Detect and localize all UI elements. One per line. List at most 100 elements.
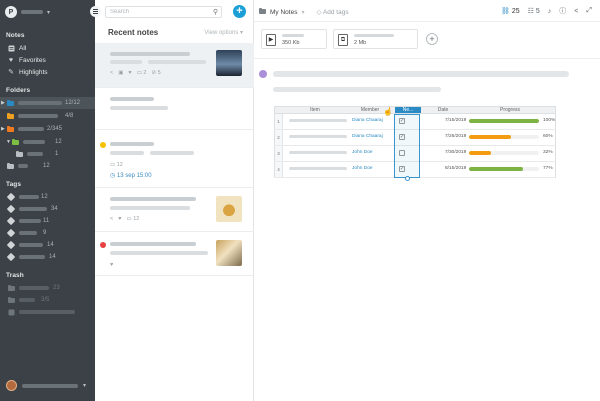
tag-item[interactable]: 11 (0, 215, 95, 227)
date-cell[interactable]: 8/15/2019 (445, 166, 466, 171)
member-cell[interactable]: Diana Chaaraj (352, 134, 383, 139)
user-name-placeholder (22, 383, 78, 388)
checkbox[interactable] (399, 150, 405, 156)
add-attachment-button[interactable]: + (426, 33, 438, 45)
attachment-card[interactable]: ▶ 350 Kb (261, 29, 327, 49)
trash-item[interactable]: 23 (0, 282, 95, 294)
add-tags-button[interactable]: ◇ Add tags (316, 8, 348, 16)
add-note-button[interactable]: + (233, 5, 246, 18)
tag-item[interactable]: 14 (0, 239, 95, 251)
workspace-switcher[interactable]: P ▾ (5, 6, 50, 18)
member-cell[interactable]: Diana Chaaraj (352, 118, 383, 123)
chevron-down-icon[interactable]: ▾ (301, 9, 304, 16)
column-header-progress[interactable]: Progress (465, 107, 555, 113)
item-cell-placeholder[interactable] (289, 151, 347, 154)
tag-name-placeholder (19, 243, 43, 247)
folder-icon (7, 284, 15, 292)
note-subtitle-placeholder[interactable] (273, 87, 441, 92)
sidebar-item-favorites[interactable]: ♥ Favorites (0, 54, 95, 66)
info-icon[interactable]: ⓘ (559, 6, 566, 16)
table-row[interactable]: 2 Diana Chaaraj ✓ 7/26/2019 60% (274, 130, 556, 146)
attachment-name-placeholder (354, 34, 394, 37)
note-text-placeholder (110, 106, 168, 110)
date-cell[interactable]: 7/30/2019 (445, 150, 466, 155)
tasks-count-button[interactable]: ☷ 5 (528, 7, 540, 15)
table-row[interactable]: 3 John Doe 7/30/2019 32% (274, 146, 556, 162)
tag-name-placeholder (19, 219, 41, 223)
list-item[interactable]: < ♥ ▭ 12 (95, 188, 254, 232)
folder-icon (7, 162, 14, 169)
breadcrumb-folder[interactable]: My Notes (270, 9, 297, 16)
tag-count: 12 (41, 194, 48, 200)
note-title-placeholder (110, 242, 196, 246)
folder-item[interactable]: 12 (0, 160, 95, 172)
date-cell[interactable]: 7/15/2019 (445, 118, 466, 123)
folder-count: 12 (55, 139, 62, 145)
bell-icon[interactable]: ♪ (548, 8, 552, 15)
note-title-placeholder[interactable] (273, 71, 569, 77)
note-title-placeholder (110, 197, 196, 201)
folder-item[interactable]: 1 (0, 148, 95, 160)
tag-count: 34 (51, 206, 58, 212)
column-header-item[interactable]: Item (285, 107, 345, 113)
trash-item[interactable]: 3/5 (0, 294, 95, 306)
progress-bar (469, 135, 539, 139)
table-row[interactable]: 4 John Doe ✓ 8/15/2019 77% (274, 162, 556, 178)
tag-item[interactable]: 34 (0, 203, 95, 215)
member-cell[interactable]: John Doe (352, 166, 373, 171)
search-icon[interactable]: ⚲ (213, 8, 218, 16)
share-count-button[interactable]: ⛓ 25 (501, 7, 520, 15)
share-icon: < (110, 216, 114, 222)
hamburger-menu-button[interactable] (90, 6, 101, 17)
heart-icon: ♥ (110, 262, 114, 268)
item-cell-placeholder[interactable] (289, 135, 347, 138)
search-input[interactable] (110, 7, 210, 17)
folder-item[interactable]: 4/8 (0, 110, 95, 122)
data-table: Item Member Ne... Date Progress ☝ 1 Dian… (274, 106, 556, 181)
sidebar-item-label: Highlights (19, 68, 48, 76)
search-box: ⚲ (105, 6, 222, 18)
tag-item[interactable]: 12 (0, 191, 95, 203)
share-icon[interactable]: < (574, 8, 578, 15)
column-header-date[interactable]: Date (423, 107, 463, 113)
list-item[interactable]: ▭ 12 ◷ 13 sep 15:00 (95, 130, 254, 188)
sidebar-item-highlights[interactable]: ✎ Highlights (0, 66, 95, 78)
tag-name-placeholder (19, 195, 39, 199)
folder-item[interactable]: ▶ 2/345 (0, 123, 95, 135)
table-row[interactable]: 1 Diana Chaaraj ✓ 7/15/2019 100% (274, 114, 556, 130)
editor-tools: ⛓ 25 ☷ 5 ♪ ⓘ < ⤢ (501, 6, 592, 16)
tag-item[interactable]: 14 (0, 251, 95, 263)
member-cell[interactable]: John Doe (352, 150, 373, 155)
item-cell-placeholder[interactable] (289, 167, 347, 170)
folder-icon (7, 99, 14, 106)
folder-item[interactable]: ▼ 12 (0, 136, 95, 148)
trash-name-placeholder (19, 286, 49, 290)
tag-name-placeholder (19, 231, 37, 235)
progress-bar (469, 151, 539, 155)
trash-item[interactable] (0, 306, 95, 318)
expand-icon[interactable]: ⤢ (586, 7, 592, 15)
folder-name-placeholder (27, 152, 43, 156)
progress-value: 60% (543, 134, 553, 139)
note-color-dot[interactable] (259, 70, 267, 78)
attachment-card[interactable]: ⧉ 2 Mb (333, 29, 418, 49)
tag-item[interactable]: 9 (0, 227, 95, 239)
view-options-link[interactable]: View options ▾ (204, 29, 243, 36)
date-cell[interactable]: 7/26/2019 (445, 134, 466, 139)
video-file-icon: ▶ (266, 34, 276, 46)
list-item[interactable] (95, 88, 254, 130)
user-menu[interactable]: ▾ (6, 380, 86, 391)
checkbox[interactable]: ✓ (399, 166, 405, 172)
list-item[interactable]: ♥ (95, 232, 254, 276)
column-drag-handle[interactable] (405, 176, 410, 181)
trash-name-placeholder (19, 310, 75, 314)
sidebar-item-all[interactable]: All (0, 42, 95, 54)
folder-item[interactable]: ▶ 12/12 (0, 97, 95, 109)
checkbox[interactable]: ✓ (399, 118, 405, 124)
column-header-selected[interactable]: Ne... (395, 107, 421, 113)
item-cell-placeholder[interactable] (289, 119, 347, 122)
note-text-placeholder (150, 151, 194, 155)
checkbox[interactable]: ✓ (399, 134, 405, 140)
tag-count: 11 (43, 218, 50, 224)
list-item[interactable]: < ▣ ♥ ▭ 2 ⊘ 5 (95, 43, 254, 88)
